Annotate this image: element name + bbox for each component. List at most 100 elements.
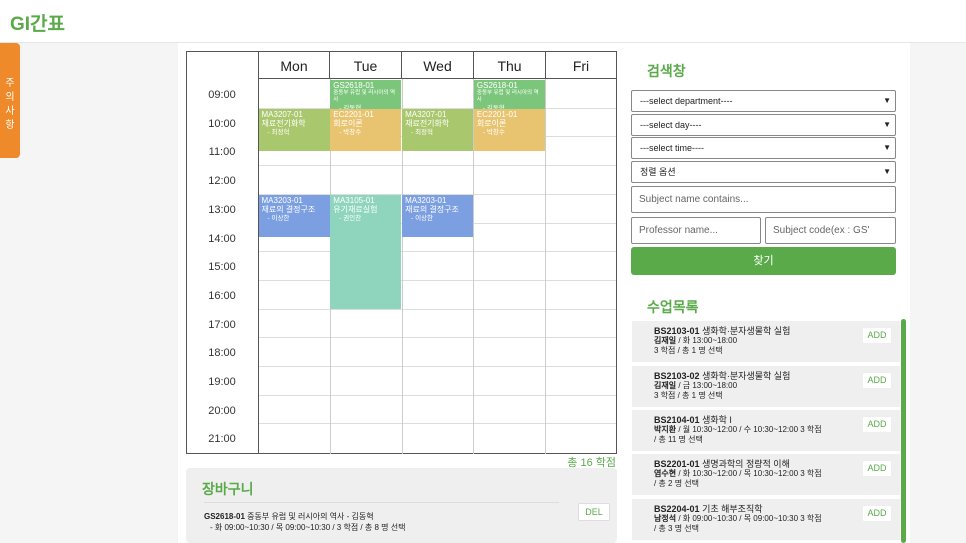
day-header-tue: Tue (329, 51, 402, 79)
time-label: 18:00 (208, 347, 236, 360)
course-credits: / 총 2 명 선택 (654, 479, 700, 488)
time-label: 17:00 (208, 318, 236, 331)
course-block[interactable]: EC2201-01 회로이론 - 박창수 (330, 108, 402, 151)
day-header-wed: Wed (401, 51, 474, 79)
course-name: 생화학·분자생물학 실험 (702, 371, 791, 381)
course-schedule: / 화 10:30~12:00 / 목 10:30~12:00 3 학점 (676, 469, 822, 478)
course-block-title: 재료전기화학 (261, 118, 306, 128)
course-credits: / 총 3 명 선택 (654, 524, 700, 533)
course-list-title: 수업목록 (647, 299, 699, 315)
notice-tab[interactable]: 주 의 사 항 (0, 43, 20, 158)
course-schedule: / 화 09:00~10:30 / 목 09:00~10:30 3 학점 (676, 514, 822, 523)
add-button[interactable]: ADD (862, 327, 892, 344)
sort-select-value: 정렬 옵션 (640, 167, 676, 177)
cart-delete-button[interactable]: DEL (578, 503, 610, 521)
course-list-item: BS2103-02 생화학·분자생물학 실험 김재일 / 금 13:00~18:… (632, 366, 900, 407)
course-block-code: GS2618-01 (333, 81, 375, 90)
notice-tab-char: 주 (5, 78, 15, 89)
time-label: 11:00 (208, 146, 236, 159)
course-block[interactable]: MA3105-01 유기재료실험 - 권인찬 (330, 194, 402, 309)
course-name: 생화학·분자생물학 실험 (702, 326, 791, 336)
chevron-down-icon: ▼ (883, 120, 891, 129)
course-block-professor: - 이상한 (411, 214, 434, 222)
course-list-item: BS2104-01 생화학 I 박지환 / 월 10:30~12:00 / 수 … (632, 410, 900, 451)
course-name: 기초 해부조직학 (702, 504, 763, 514)
course-code: BS2104-01 (654, 415, 700, 425)
time-label: 10:00 (208, 117, 236, 130)
day-header-fri: Fri (545, 51, 617, 79)
grid-row-line (258, 423, 616, 425)
course-block-professor: - 최정혁 (267, 128, 290, 136)
course-block-title: 중동부 유럽 및 러시아의 역사 (333, 90, 396, 103)
course-credits: 3 학점 / 총 1 명 선택 (654, 346, 723, 355)
day-select[interactable]: ---select day---- ▼ (631, 114, 896, 136)
course-block[interactable]: MA3207-01 재료전기화학 - 최정혁 (258, 108, 330, 151)
time-label: 13:00 (208, 203, 236, 216)
add-button[interactable]: ADD (862, 460, 892, 477)
course-professor: 남정석 (654, 514, 677, 523)
course-professor: 박지환 (654, 425, 677, 434)
find-button[interactable]: 찾기 (631, 247, 896, 275)
course-block-title: 유기재료실험 (333, 204, 378, 214)
search-title: 검색창 (647, 63, 686, 79)
cart-item-code: GS2618-01 (204, 512, 245, 521)
course-block-professor: - 최정혁 (411, 128, 434, 136)
sort-select[interactable]: 정렬 옵션 ▼ (631, 161, 896, 183)
subject-code-input[interactable]: Subject code(ex : GS' (765, 217, 896, 244)
professor-name-input[interactable]: Professor name... (631, 217, 761, 244)
add-button[interactable]: ADD (862, 372, 892, 389)
subject-name-input[interactable]: Subject name contains... (631, 186, 896, 213)
course-block-code: MA3207-01 (261, 109, 303, 119)
chevron-down-icon: ▼ (883, 96, 891, 105)
course-block[interactable]: MA3203-01 재료의 결정구조 - 이상한 (258, 194, 330, 237)
time-label: 12:00 (208, 175, 236, 188)
time-label: 16:00 (208, 289, 236, 302)
course-schedule: / 화 13:00~18:00 (676, 336, 738, 345)
course-name: 생화학 I (702, 415, 732, 425)
department-select[interactable]: ---select department---- ▼ (631, 90, 896, 112)
course-schedule: / 월 10:30~12:00 / 수 10:30~12:00 3 학점 (676, 425, 822, 434)
cart-item-title: 중동부 유럽 및 러시아의 역사 - 김동혁 (247, 512, 374, 521)
course-code: BS2103-01 (654, 326, 700, 336)
course-professor: 김재일 (654, 336, 677, 345)
add-button[interactable]: ADD (862, 505, 892, 522)
chevron-down-icon: ▼ (883, 167, 891, 176)
course-schedule: / 금 13:00~18:00 (676, 381, 738, 390)
course-professor: 염수현 (654, 469, 677, 478)
course-block-code: MA3203-01 (261, 195, 303, 205)
day-header-mon: Mon (258, 51, 330, 79)
course-block-professor: - 권인찬 (339, 214, 362, 222)
course-block-title: 재료전기화학 (405, 118, 450, 128)
course-block[interactable]: MA3203-01 재료의 결정구조 - 이상한 (402, 194, 474, 237)
cart-title: 장바구니 (202, 481, 254, 497)
course-block-code: MA3207-01 (405, 109, 447, 119)
course-block-code: GS2618-01 (476, 81, 518, 90)
course-block[interactable]: MA3207-01 재료전기화학 - 최정혁 (402, 108, 474, 151)
course-block-code: MA3105-01 (333, 195, 375, 205)
add-button[interactable]: ADD (862, 416, 892, 433)
grid-row-line (258, 308, 616, 310)
grid-row-line (258, 394, 616, 396)
course-professor: 김재일 (654, 381, 677, 390)
time-label: 19:00 (208, 376, 236, 388)
time-select[interactable]: ---select time---- ▼ (631, 137, 896, 159)
grid-row-line (258, 366, 616, 367)
cart-item: GS2618-01 중동부 유럽 및 러시아의 역사 - 김동혁 - 화 09:… (204, 502, 559, 533)
course-block-title: 재료의 결정구조 (405, 204, 459, 214)
cart-panel: 장바구니 GS2618-01 중동부 유럽 및 러시아의 역사 - 김동혁 - … (186, 468, 617, 543)
day-select-value: ---select day---- (640, 120, 702, 130)
grid-row-line (258, 165, 616, 167)
scrollbar-thumb[interactable] (901, 319, 906, 543)
course-block-title: 회로이론 (476, 118, 507, 128)
course-block-title: 재료의 결정구조 (261, 204, 316, 214)
course-block[interactable]: EC2201-01 회로이론 - 박창수 (473, 108, 545, 151)
grid-row-line (258, 279, 616, 281)
course-block-professor: - 박창수 (339, 128, 362, 136)
cart-item-detail: - 화 09:00~10:30 / 목 09:00~10:30 / 3 학점 /… (210, 523, 406, 532)
course-block-professor: - 이상한 (267, 214, 290, 222)
time-select-value: ---select time---- (640, 143, 704, 153)
course-list-item: BS2201-01 생명과학의 정량적 이해 염수현 / 화 10:30~12:… (632, 454, 900, 495)
chevron-down-icon: ▼ (883, 143, 891, 152)
grid-row-line (258, 337, 616, 339)
app-title[interactable]: GI간표 (10, 9, 65, 36)
